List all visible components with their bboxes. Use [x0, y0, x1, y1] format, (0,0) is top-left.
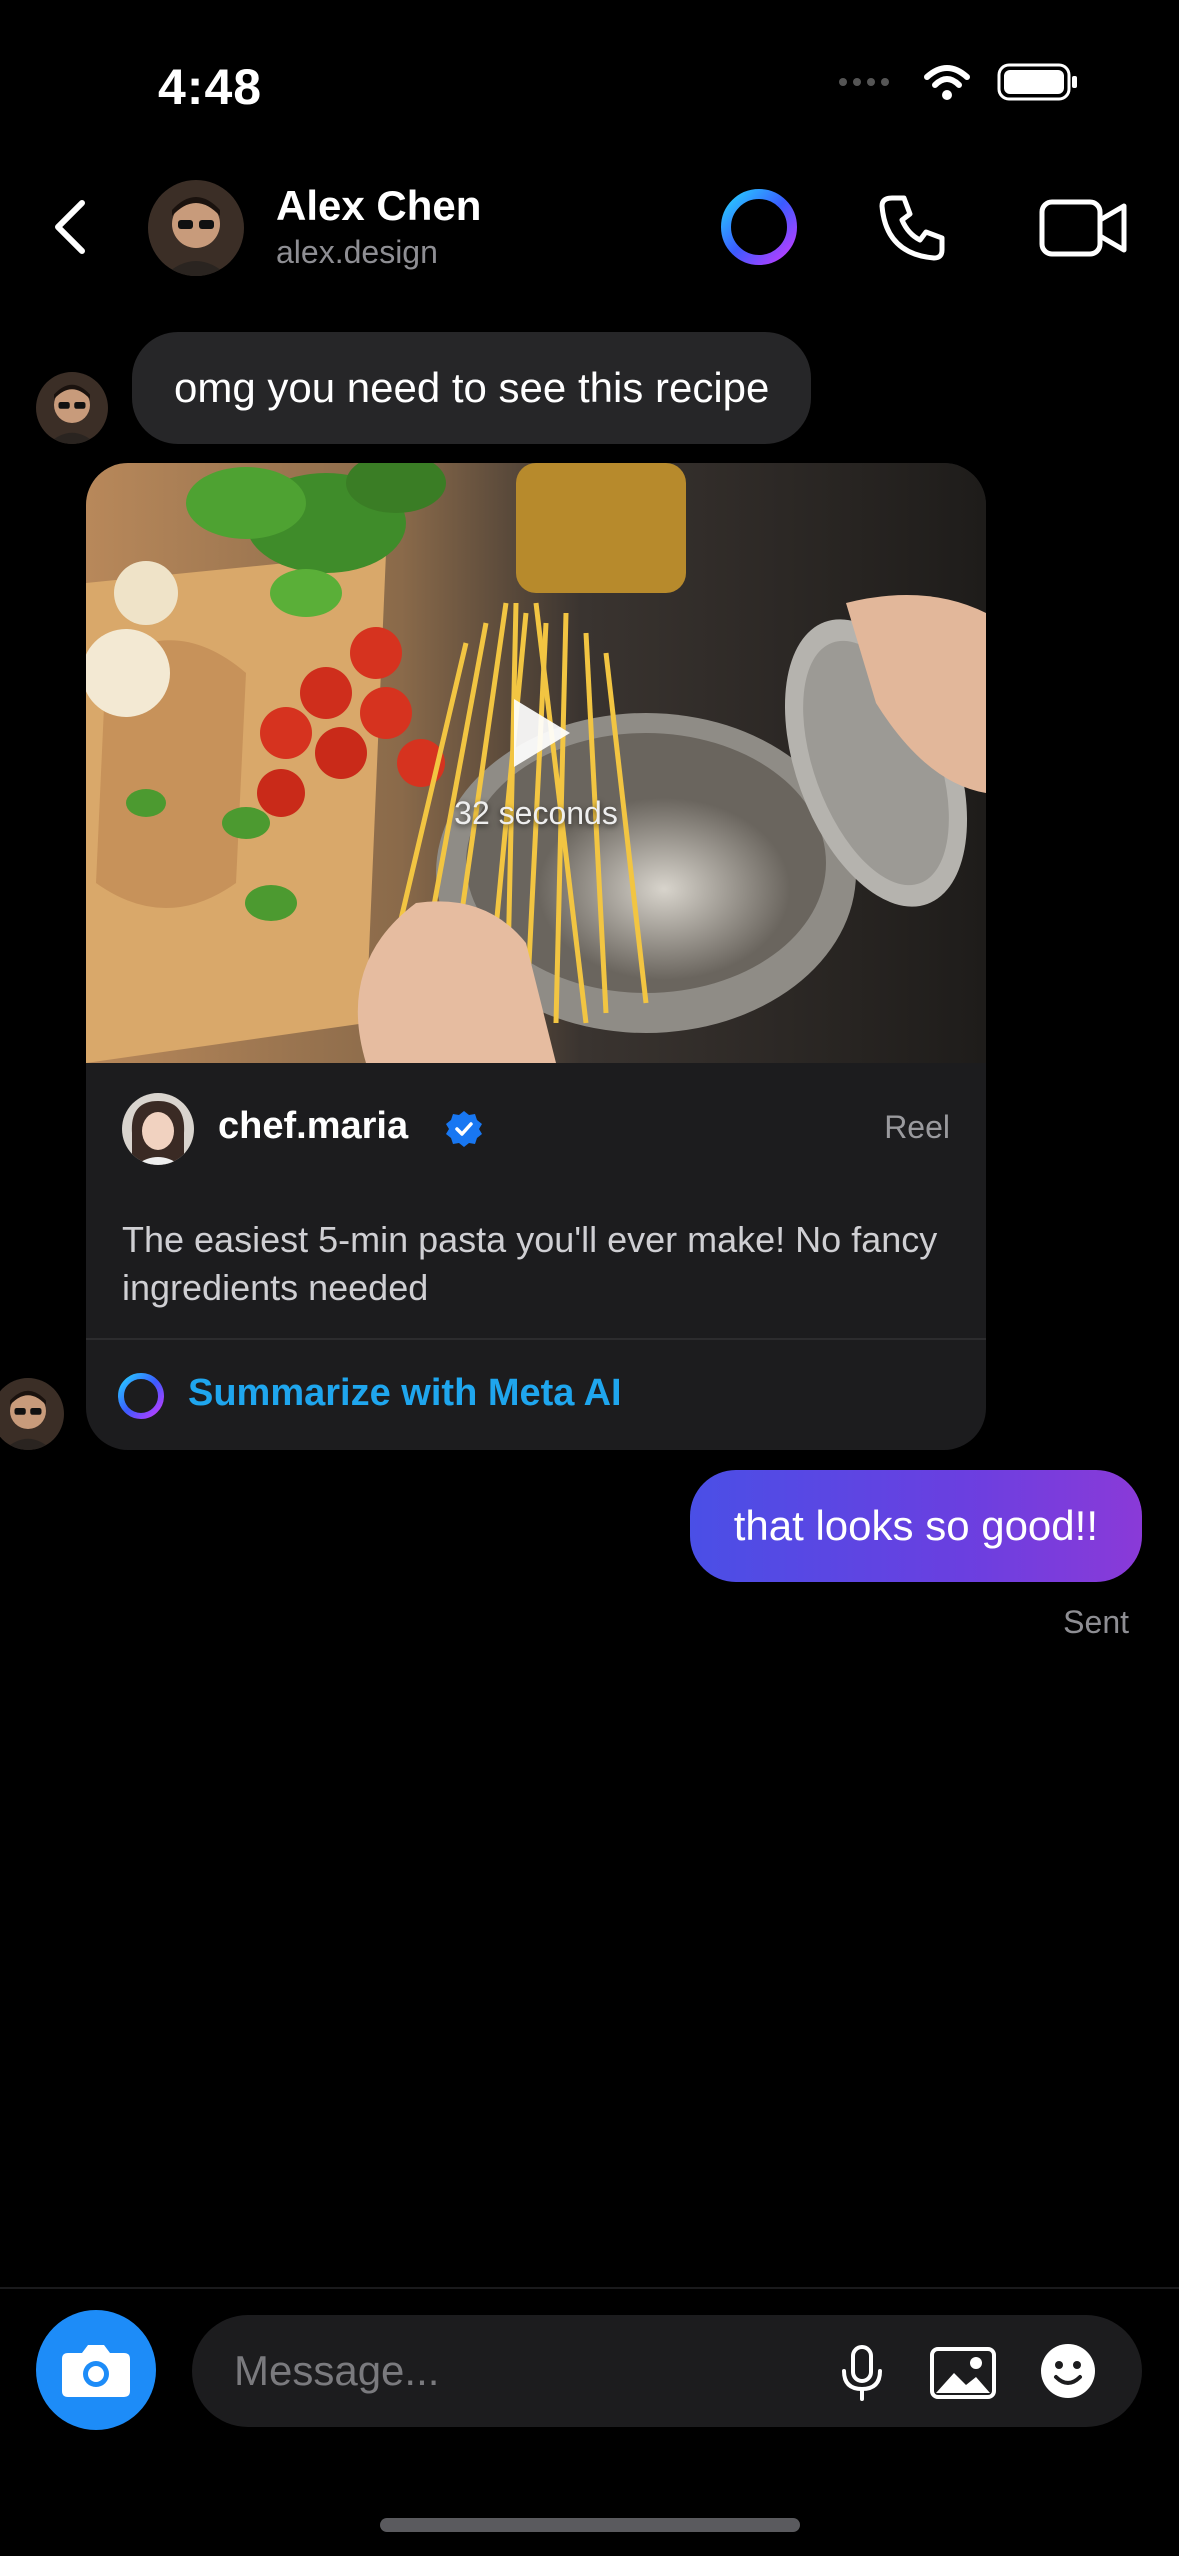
meta-ai-icon — [118, 1373, 164, 1419]
composer-divider — [0, 2287, 1179, 2289]
message-field[interactable] — [192, 2315, 1142, 2427]
reel-author-row[interactable]: chef.maria Reel — [86, 1063, 986, 1193]
chat-header: Alex Chen alex.design — [0, 170, 1179, 285]
home-indicator[interactable] — [380, 2518, 800, 2532]
reel-author-avatar[interactable] — [122, 1093, 194, 1165]
reel-duration: 32 seconds — [454, 795, 618, 831]
audio-call-button[interactable] — [872, 188, 952, 268]
sender-avatar[interactable] — [0, 1378, 64, 1450]
meta-ai-button[interactable] — [718, 186, 800, 268]
cellular-signal-icon — [839, 78, 889, 86]
message-input[interactable] — [234, 2315, 794, 2427]
photo-icon[interactable] — [928, 2343, 998, 2403]
contact-name[interactable]: Alex Chen — [276, 182, 481, 230]
phone-icon — [879, 195, 945, 261]
summarize-with-meta-ai-button[interactable]: Summarize with Meta AI — [86, 1340, 986, 1450]
reel-caption: The easiest 5-min pasta you'll ever make… — [122, 1219, 938, 1308]
reel-author-name[interactable]: chef.maria — [218, 1105, 408, 1148]
message-status: Sent — [1063, 1604, 1129, 1640]
video-camera-icon — [1039, 199, 1127, 257]
video-call-button[interactable] — [1038, 196, 1128, 260]
camera-icon — [62, 2345, 130, 2397]
back-button[interactable] — [40, 192, 100, 262]
sender-avatar[interactable] — [36, 372, 108, 444]
status-icons — [837, 62, 1079, 102]
meta-ai-icon — [721, 189, 797, 265]
reel-thumbnail[interactable]: 32 seconds — [86, 463, 986, 1063]
summarize-label: Summarize with Meta AI — [188, 1372, 622, 1414]
outgoing-message-bubble[interactable]: that looks so good!! — [689, 1470, 1142, 1582]
camera-button[interactable] — [36, 2310, 156, 2430]
microphone-icon[interactable] — [832, 2343, 892, 2403]
play-icon[interactable] — [506, 693, 576, 773]
shared-reel-card[interactable]: 32 seconds chef.maria Reel The easiest 5… — [86, 463, 986, 1450]
chevron-left-icon — [55, 200, 85, 254]
reel-type-label: Reel — [884, 1109, 950, 1145]
battery-icon — [997, 63, 1077, 101]
status-time: 4:48 — [158, 59, 263, 115]
incoming-message-bubble[interactable]: omg you need to see this recipe — [132, 332, 812, 444]
emoji-icon[interactable] — [1038, 2341, 1098, 2401]
verified-badge-icon — [446, 1111, 482, 1147]
contact-avatar[interactable] — [148, 180, 244, 276]
wifi-icon — [924, 65, 970, 100]
contact-username: alex.design — [276, 234, 438, 270]
